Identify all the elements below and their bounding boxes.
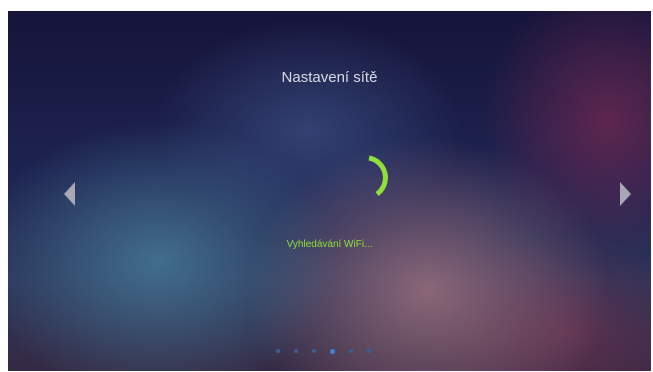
- page-dot[interactable]: [294, 349, 298, 353]
- network-setup-screen: Nastavení sítě Vyhledávání WiFi...: [8, 11, 651, 371]
- page-dot[interactable]: [349, 349, 353, 353]
- chevron-right-icon: [620, 182, 631, 206]
- chevron-left-icon: [64, 182, 75, 206]
- loading-spinner-icon: [345, 154, 393, 202]
- prev-page-button[interactable]: [62, 181, 78, 207]
- page-dot[interactable]: [367, 349, 371, 353]
- page-dot[interactable]: [312, 349, 316, 353]
- page-dot-active[interactable]: [330, 348, 335, 354]
- wifi-scan-status: Vyhledávání WiFi...: [286, 239, 373, 250]
- next-page-button[interactable]: [617, 181, 633, 207]
- page-title: Nastavení sítě: [281, 69, 378, 86]
- page-indicator: [276, 347, 396, 355]
- page-dot[interactable]: [276, 349, 280, 353]
